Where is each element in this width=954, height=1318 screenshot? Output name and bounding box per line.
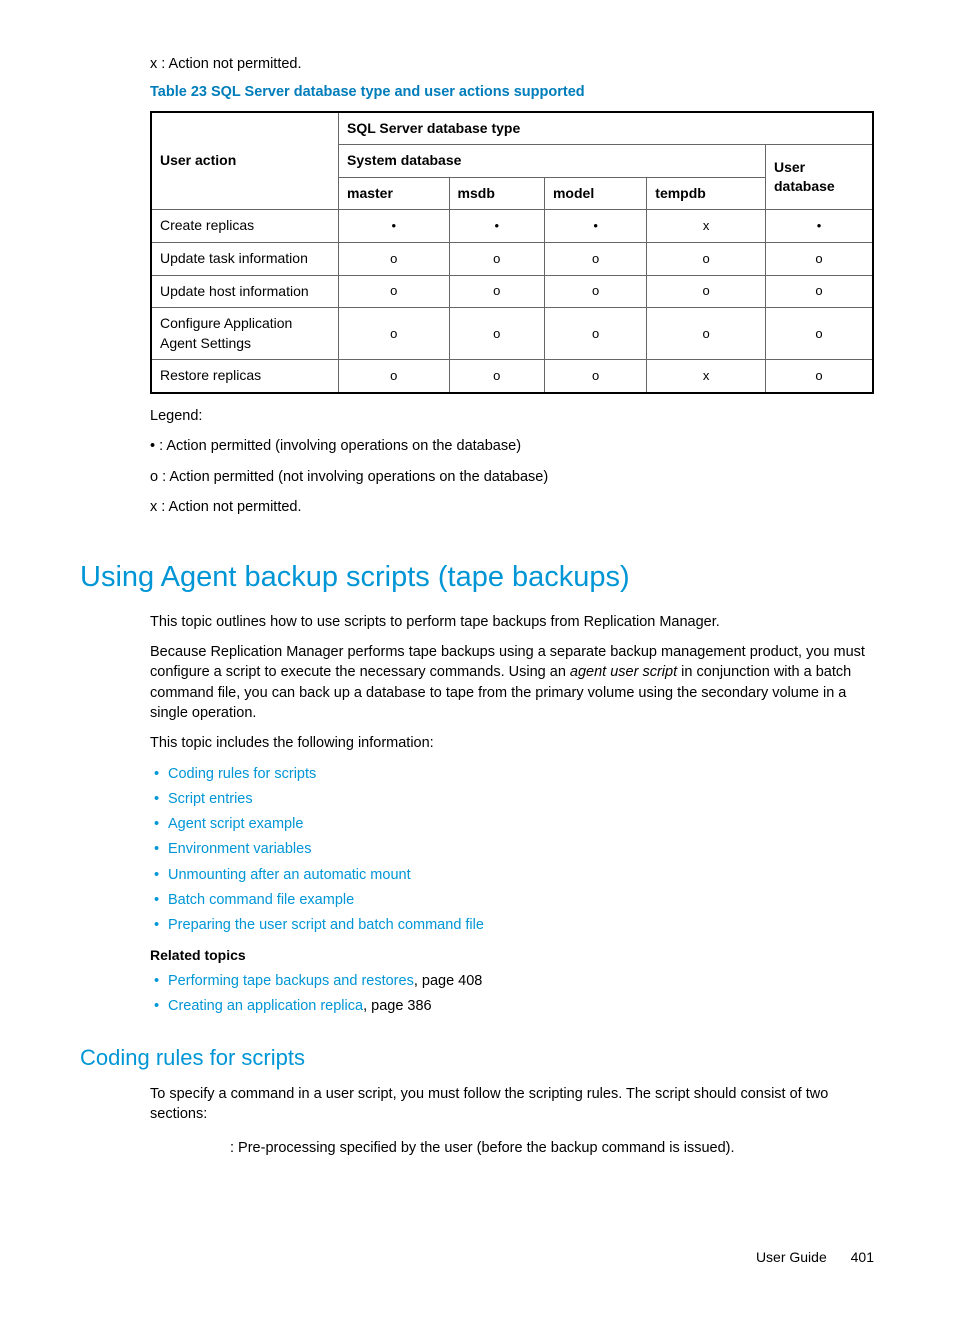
legend-line: o : Action permitted (not involving oper…	[150, 467, 874, 487]
cell: o	[449, 275, 544, 308]
list-item: Script entries	[172, 789, 874, 809]
pre-processing-note: : Pre-processing specified by the user (…	[230, 1138, 874, 1158]
cell: o	[339, 242, 450, 275]
th-tempdb: tempdb	[647, 177, 766, 210]
legend-line: • : Action permitted (involving operatio…	[150, 436, 874, 456]
legend-title: Legend:	[150, 406, 874, 426]
list-item: Preparing the user script and batch comm…	[172, 915, 874, 935]
row-action: Update task information	[151, 242, 339, 275]
row-action: Restore replicas	[151, 360, 339, 393]
cell: o	[766, 360, 874, 393]
link-unmounting[interactable]: Unmounting after an automatic mount	[168, 867, 411, 883]
sql-server-db-table: User action SQL Server database type Sys…	[150, 111, 874, 394]
link-batch-example[interactable]: Batch command file example	[168, 892, 354, 908]
link-script-entries[interactable]: Script entries	[168, 791, 253, 807]
cell: •	[449, 210, 544, 243]
footer-label: User Guide	[756, 1249, 827, 1265]
link-agent-example[interactable]: Agent script example	[168, 816, 303, 832]
list-item: Batch command file example	[172, 890, 874, 910]
cell: o	[647, 242, 766, 275]
table-row: Configure Application Agent Settings o o…	[151, 308, 873, 360]
table-row: Create replicas • • • x •	[151, 210, 873, 243]
link-tape-backups[interactable]: Performing tape backups and restores	[168, 973, 414, 989]
cell: o	[647, 308, 766, 360]
cell: o	[766, 308, 874, 360]
cell: o	[647, 275, 766, 308]
row-action: Configure Application Agent Settings	[151, 308, 339, 360]
th-user-db: User database	[766, 145, 874, 210]
paragraph: Because Replication Manager performs tap…	[150, 642, 874, 723]
table-caption: Table 23 SQL Server database type and us…	[150, 82, 874, 102]
cell: o	[449, 242, 544, 275]
cell: o	[449, 308, 544, 360]
related-link-list: Performing tape backups and restores, pa…	[150, 971, 874, 1017]
th-model: model	[544, 177, 646, 210]
th-msdb: msdb	[449, 177, 544, 210]
row-action: Create replicas	[151, 210, 339, 243]
cell: o	[544, 242, 646, 275]
page-ref: , page 408	[414, 973, 483, 989]
paragraph: To specify a command in a user script, y…	[150, 1084, 874, 1125]
th-master: master	[339, 177, 450, 210]
section-heading-agent-backup: Using Agent backup scripts (tape backups…	[80, 557, 874, 598]
action-not-permitted-note: x : Action not permitted.	[150, 54, 874, 74]
link-coding-rules[interactable]: Coding rules for scripts	[168, 766, 316, 782]
cell: •	[339, 210, 450, 243]
cell: o	[766, 275, 874, 308]
italic-term: agent user script	[570, 664, 677, 680]
th-user-action: User action	[151, 112, 339, 210]
cell: o	[544, 360, 646, 393]
paragraph: This topic includes the following inform…	[150, 733, 874, 753]
paragraph: This topic outlines how to use scripts t…	[150, 612, 874, 632]
link-preparing[interactable]: Preparing the user script and batch comm…	[168, 917, 484, 933]
cell: o	[339, 308, 450, 360]
link-env-vars[interactable]: Environment variables	[168, 841, 311, 857]
list-item: Agent script example	[172, 814, 874, 834]
list-item: Creating an application replica, page 38…	[172, 996, 874, 1016]
legend: Legend: • : Action permitted (involving …	[150, 406, 874, 517]
cell: o	[339, 360, 450, 393]
cell: o	[339, 275, 450, 308]
list-item: Environment variables	[172, 839, 874, 859]
page-ref: , page 386	[363, 998, 432, 1014]
list-item: Coding rules for scripts	[172, 764, 874, 784]
table-row: Update task information o o o o o	[151, 242, 873, 275]
legend-line: x : Action not permitted.	[150, 497, 874, 517]
topic-link-list: Coding rules for scripts Script entries …	[150, 764, 874, 936]
cell: •	[766, 210, 874, 243]
page-footer: User Guide 401	[80, 1248, 874, 1268]
cell: •	[544, 210, 646, 243]
th-sql-type: SQL Server database type	[339, 112, 874, 145]
cell: x	[647, 210, 766, 243]
subsection-heading-coding-rules: Coding rules for scripts	[80, 1043, 874, 1074]
cell: o	[544, 308, 646, 360]
th-system-db: System database	[339, 145, 766, 178]
link-app-replica[interactable]: Creating an application replica	[168, 998, 363, 1014]
page-number: 401	[851, 1249, 874, 1265]
cell: o	[449, 360, 544, 393]
table-row: Update host information o o o o o	[151, 275, 873, 308]
table-row: Restore replicas o o o x o	[151, 360, 873, 393]
cell: o	[766, 242, 874, 275]
cell: x	[647, 360, 766, 393]
row-action: Update host information	[151, 275, 339, 308]
list-item: Performing tape backups and restores, pa…	[172, 971, 874, 991]
list-item: Unmounting after an automatic mount	[172, 865, 874, 885]
cell: o	[544, 275, 646, 308]
related-topics-heading: Related topics	[150, 946, 874, 966]
